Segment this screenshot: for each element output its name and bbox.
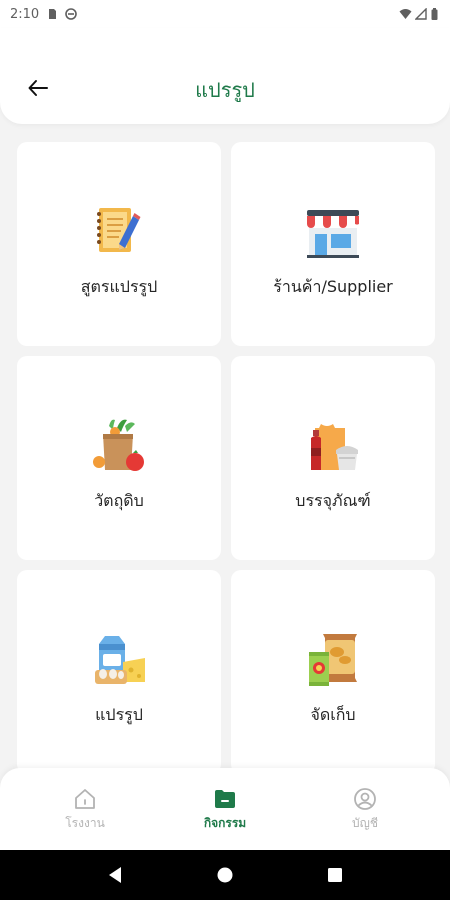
- home-icon: [72, 786, 98, 812]
- menu-card-label: บรรจุภัณฑ์: [295, 491, 371, 510]
- battery-icon: [431, 8, 438, 20]
- wifi-icon: [399, 8, 412, 20]
- status-left: 2:10: [10, 6, 78, 22]
- nav-item-activities[interactable]: กิจกรรม: [170, 768, 280, 850]
- nav-label: กิจกรรม: [203, 816, 247, 830]
- menu-card-packaging[interactable]: บรรจุภัณฑ์: [231, 356, 435, 560]
- sd-card-icon: [46, 8, 58, 20]
- menu-card-suppliers[interactable]: ร้านค้า/Supplier: [231, 142, 435, 346]
- page-title: แปรรูป: [195, 78, 255, 102]
- menu-card-storage[interactable]: จัดเก็บ: [231, 570, 435, 774]
- menu-card-processing[interactable]: แปรรูป: [17, 570, 221, 774]
- status-bar: 2:10: [0, 0, 450, 28]
- back-triangle-icon[interactable]: [100, 860, 130, 890]
- storefront-icon: [301, 200, 365, 264]
- menu-card-recipes[interactable]: สูตรแปรรูป: [17, 142, 221, 346]
- snack-bags-icon: [301, 628, 365, 692]
- menu-grid: สูตรแปรรูป ร้านค้า/Supplier วัตถุดิบ บรร…: [17, 142, 435, 774]
- bottom-nav: โรงงาน กิจกรรม บัญชี: [0, 768, 450, 850]
- grocery-bag-icon: [87, 414, 151, 478]
- home-circle-icon[interactable]: [210, 860, 240, 890]
- status-time: 2:10: [10, 6, 40, 22]
- folder-icon: [212, 786, 238, 812]
- menu-card-label: แปรรูป: [95, 705, 143, 724]
- milk-cheese-icon: [87, 628, 151, 692]
- recents-square-icon[interactable]: [320, 860, 350, 890]
- menu-card-label: ร้านค้า/Supplier: [273, 277, 393, 296]
- nav-label: โรงงาน: [65, 816, 105, 830]
- user-circle-icon: [352, 786, 378, 812]
- no-disturb-icon: [65, 8, 78, 20]
- nav-item-account[interactable]: บัญชี: [310, 768, 420, 850]
- nav-label: บัญชี: [352, 816, 378, 830]
- signal-icon: [414, 7, 427, 20]
- packaging-bottle-icon: [301, 414, 365, 478]
- menu-card-label: สูตรแปรรูป: [80, 277, 158, 296]
- system-nav-bar: [0, 850, 450, 900]
- nav-item-factory[interactable]: โรงงาน: [30, 768, 140, 850]
- menu-card-raw-materials[interactable]: วัตถุดิบ: [17, 356, 221, 560]
- notebook-pencil-icon: [87, 200, 151, 264]
- menu-card-label: จัดเก็บ: [310, 705, 356, 724]
- app-header: แปรรูป: [0, 28, 450, 124]
- status-right: [399, 7, 438, 20]
- menu-card-label: วัตถุดิบ: [94, 491, 144, 510]
